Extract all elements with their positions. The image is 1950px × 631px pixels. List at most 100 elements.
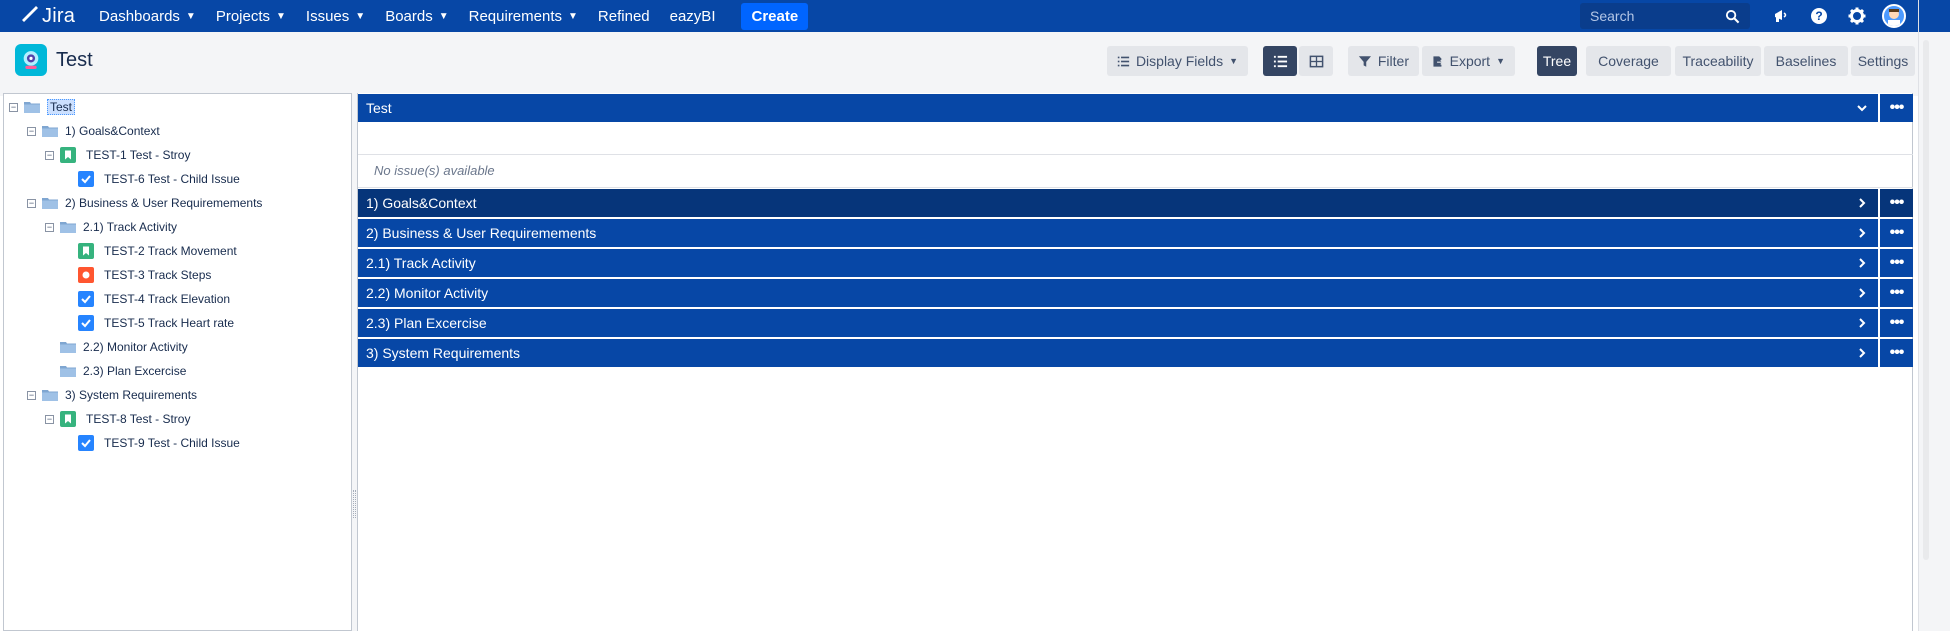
section-header[interactable]: 2.3) Plan Excercise [358, 309, 1878, 337]
tree-node[interactable]: − 1) Goals&Context [27, 120, 160, 142]
section-more-button[interactable]: ••• [1880, 279, 1913, 307]
bug-icon [78, 267, 94, 283]
user-avatar[interactable] [1882, 4, 1906, 28]
nav-item-requirements[interactable]: Requirements ▼ [459, 0, 588, 32]
collapse-toggle-icon[interactable]: − [27, 390, 36, 400]
svg-text:?: ? [1815, 9, 1822, 23]
collapse-toggle-icon[interactable]: − [45, 414, 54, 424]
collapse-toggle-icon[interactable]: − [45, 222, 54, 232]
nav-item-label: Boards [385, 7, 433, 25]
table-view-icon [1309, 55, 1323, 67]
section-more-button[interactable]: ••• [1880, 219, 1913, 247]
chevron-right-icon[interactable] [1856, 249, 1868, 277]
tab-baselines[interactable]: Baselines [1764, 46, 1848, 76]
tree-node[interactable]: TEST-3 Track Steps [63, 264, 211, 286]
tree-node[interactable]: − 3) System Requirements [27, 384, 197, 406]
section-header[interactable]: 1) Goals&Context [358, 189, 1878, 217]
create-button[interactable]: Create [741, 2, 809, 30]
tab-tree[interactable]: Tree [1537, 46, 1577, 76]
nav-item-label: Requirements [468, 7, 563, 25]
filter-button[interactable]: Filter [1348, 46, 1419, 76]
nav-item-issues[interactable]: Issues ▼ [296, 0, 375, 32]
settings-icon[interactable] [1838, 0, 1876, 32]
grid-view-button[interactable] [1299, 46, 1333, 76]
section-header[interactable]: 2.1) Track Activity [358, 249, 1878, 277]
tree-node-label: TEST-6 Test - Child Issue [104, 172, 240, 186]
chevron-right-icon[interactable] [1856, 309, 1868, 337]
tree-node[interactable]: − 2) Business & User Requiremements [27, 192, 262, 214]
export-button[interactable]: Export ▼ [1422, 46, 1515, 76]
tree-node[interactable]: 2.3) Plan Excercise [45, 360, 186, 382]
task-icon [78, 171, 94, 187]
section-more-button[interactable]: ••• [1880, 339, 1913, 367]
collapse-toggle-icon[interactable]: − [45, 150, 54, 160]
tab-coverage[interactable]: Coverage [1586, 46, 1671, 76]
tree-node[interactable]: TEST-9 Test - Child Issue [63, 432, 240, 454]
tree-node[interactable]: TEST-2 Track Movement [63, 240, 237, 262]
chevron-right-icon[interactable] [1856, 339, 1868, 367]
story-icon [60, 147, 76, 163]
section-title: 2.3) Plan Excercise [366, 315, 487, 331]
section-header[interactable]: 2) Business & User Requiremements [358, 219, 1878, 247]
scrollbar[interactable] [1923, 40, 1929, 560]
display-fields-button[interactable]: Display Fields ▼ [1107, 46, 1248, 76]
nav-item-refined[interactable]: Refined [588, 0, 660, 32]
tree-node-label: Test [47, 99, 76, 115]
search-input[interactable]: Search [1580, 3, 1750, 29]
filter-label: Filter [1377, 53, 1409, 69]
tree-node[interactable]: TEST-5 Track Heart rate [63, 312, 234, 334]
tree-node[interactable]: − TEST-8 Test - Stroy [45, 408, 190, 430]
tree-node[interactable]: 2.2) Monitor Activity [45, 336, 188, 358]
nav-item-label: Dashboards [99, 7, 180, 25]
chevron-down-icon[interactable] [1856, 94, 1868, 122]
chevron-right-icon[interactable] [1856, 189, 1868, 217]
jira-logo[interactable]: Jira [18, 5, 75, 28]
notifications-icon[interactable] [1762, 0, 1800, 32]
section-header[interactable]: 3) System Requirements [358, 339, 1878, 367]
nav-item-label: Refined [597, 7, 650, 25]
nav-item-eazybi[interactable]: eazyBI [660, 0, 726, 32]
nav-menu: Dashboards ▼ Projects ▼ Issues ▼ Boards ▼ Requir… [89, 0, 725, 32]
caret-down-icon: ▼ [1496, 56, 1505, 66]
chevron-down-icon: ▼ [276, 10, 286, 22]
section-more-button[interactable]: ••• [1880, 309, 1913, 337]
tree-node-label: TEST-1 Test - Stroy [86, 148, 191, 162]
tree-node[interactable]: TEST-6 Test - Child Issue [63, 168, 240, 190]
tab-traceability[interactable]: Traceability [1675, 46, 1761, 76]
task-icon [78, 435, 94, 451]
section-title: 1) Goals&Context [366, 195, 477, 211]
tree-node[interactable]: − Test [9, 96, 76, 118]
page-title: Test [56, 49, 93, 71]
caret-down-icon: ▼ [1229, 56, 1238, 66]
chevron-down-icon: ▼ [355, 10, 366, 22]
list-view-button[interactable] [1263, 46, 1297, 76]
divider [358, 187, 1913, 188]
root-section-header[interactable]: Test [358, 94, 1878, 122]
chevron-right-icon[interactable] [1856, 219, 1868, 247]
folder-icon [60, 341, 83, 353]
help-icon[interactable]: ? [1800, 0, 1838, 32]
tree-node[interactable]: − 2.1) Track Activity [45, 216, 177, 238]
story-icon [60, 411, 76, 427]
chevron-right-icon[interactable] [1856, 279, 1868, 307]
collapse-toggle-icon[interactable]: − [27, 126, 36, 136]
tree-node[interactable]: − TEST-1 Test - Stroy [45, 144, 190, 166]
nav-item-projects[interactable]: Projects ▼ [206, 0, 296, 32]
section-more-button[interactable]: ••• [1880, 189, 1913, 217]
root-section-more-button[interactable]: ••• [1880, 94, 1913, 122]
nav-item-boards[interactable]: Boards ▼ [375, 0, 458, 32]
tree-node-label: 3) System Requirements [65, 388, 198, 402]
section-more-button[interactable]: ••• [1880, 249, 1913, 277]
splitter-grip[interactable] [353, 490, 356, 518]
collapse-toggle-icon[interactable]: − [9, 102, 18, 112]
collapse-toggle-icon[interactable]: − [27, 198, 36, 208]
tab-settings[interactable]: Settings [1851, 46, 1915, 76]
tree-node[interactable]: TEST-4 Track Elevation [63, 288, 230, 310]
root-section-body [358, 122, 1913, 155]
folder-icon [42, 197, 65, 209]
story-icon [78, 243, 94, 259]
nav-item-dashboards[interactable]: Dashboards ▼ [89, 0, 206, 32]
section-header[interactable]: 2.2) Monitor Activity [358, 279, 1878, 307]
search-placeholder: Search [1590, 8, 1635, 24]
tree-node-label: TEST-2 Track Movement [104, 244, 237, 258]
